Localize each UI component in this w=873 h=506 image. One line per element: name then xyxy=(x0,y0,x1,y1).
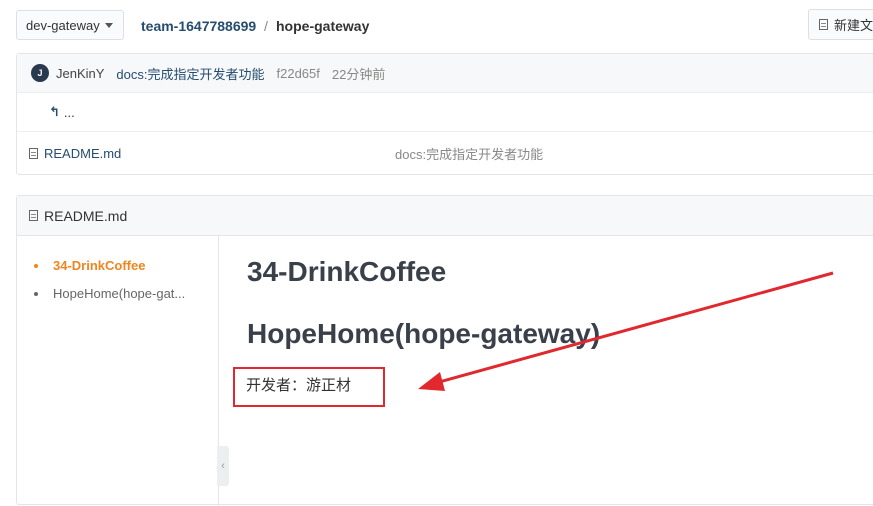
annotation-arrow xyxy=(418,271,834,391)
